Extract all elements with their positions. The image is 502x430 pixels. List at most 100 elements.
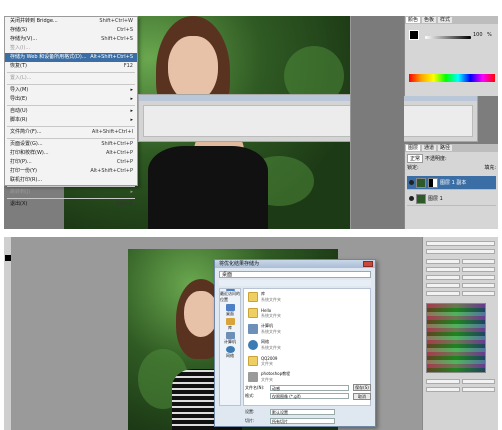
dither-field[interactable] [461, 283, 495, 288]
reduction-select[interactable] [426, 275, 460, 280]
layer-row[interactable]: 图层 1 [407, 192, 496, 206]
menu-item-label: 跳转到(J) [10, 189, 31, 195]
menu-item[interactable]: 存储为 Web 和设备所用格式(D)... Alt+Shift+Ctrl+S [5, 53, 137, 62]
menu-item[interactable]: 页面设置(G)... Shift+Ctrl+P [5, 140, 137, 149]
settings-select[interactable]: 默认设置 [270, 408, 335, 415]
blend-mode-select[interactable]: 正常 [407, 154, 424, 163]
menu-item-label: 签入(I)... [10, 45, 31, 51]
websnap-field[interactable] [461, 291, 495, 296]
menu-item[interactable]: 打印(P)... Ctrl+P [5, 158, 137, 167]
menu-item-label: 文件简介(F)... [10, 129, 42, 135]
navigation-pane[interactable]: 最近访问的位置 桌面 库 计算机 网络 [219, 288, 241, 406]
eye-icon[interactable] [409, 180, 414, 185]
list-item[interactable]: Hello 系统文件夹 [244, 305, 370, 321]
address-bar[interactable]: 桌面 [219, 271, 371, 278]
filename-field[interactable]: 动感 [270, 384, 349, 391]
format-label: 格式: [245, 392, 255, 398]
color-slider[interactable] [425, 36, 471, 39]
menu-item[interactable]: 自动(U) ▸ [5, 107, 137, 116]
format-select[interactable]: 仅限图像 (*.gif) [270, 392, 349, 399]
color-table[interactable] [426, 303, 486, 373]
tools-panel[interactable] [4, 237, 12, 430]
close-icon[interactable] [363, 261, 373, 267]
menu-item[interactable]: 存储(S) Ctrl+S [5, 26, 137, 35]
menu-item[interactable]: 置入(L)... [5, 74, 137, 83]
menu-item[interactable]: 导出(E) ▸ [5, 95, 137, 104]
save-optimized-dialog[interactable]: 将优化结果存储为 桌面 最近访问的位置 桌面 库 计算机 网络 库系统文件夹 H… [214, 259, 376, 427]
dither-select[interactable] [426, 283, 460, 288]
eye-icon[interactable] [409, 196, 414, 201]
file-name: 网络 [261, 339, 269, 344]
layers-panel-tabs: 图层 通道 路径 [405, 144, 498, 152]
menu-item[interactable]: 打印和校样(W)... Alt+Ctrl+P [5, 149, 137, 158]
menu-item[interactable]: 导入(M) ▸ [5, 86, 137, 95]
optimize-panel[interactable] [422, 237, 498, 430]
lossy-field[interactable] [461, 267, 495, 272]
girl-body [148, 146, 268, 229]
preset-menu[interactable] [461, 259, 495, 264]
library-icon [225, 317, 235, 325]
nav-item-desktop[interactable]: 桌面 [220, 303, 240, 317]
options-bar-floating[interactable] [138, 94, 478, 142]
settings-label: 设置: [245, 408, 255, 414]
color-spectrum[interactable] [409, 74, 495, 82]
fg-color-swatch[interactable] [5, 255, 11, 261]
tab-color[interactable]: 颜色 [406, 17, 421, 23]
panel-dock-icons[interactable] [350, 16, 404, 229]
menu-item-label: 页面设置(G)... [10, 141, 43, 147]
list-item[interactable]: 库系统文件夹 [244, 289, 370, 305]
tab-channels[interactable]: 通道 [422, 145, 437, 151]
menu-item[interactable]: 文件简介(F)... Alt+Shift+Ctrl+I [5, 128, 137, 137]
list-item[interactable]: 网络 系统文件夹 [244, 337, 370, 353]
menu-item[interactable]: 恢复(T) F12 [5, 62, 137, 71]
panel-button[interactable] [426, 241, 495, 246]
list-item[interactable]: 计算机 系统文件夹 [244, 321, 370, 337]
width-field[interactable] [426, 379, 460, 384]
menu-item[interactable]: 跳转到(J) ▸ [5, 188, 137, 197]
format-select[interactable] [426, 267, 460, 272]
menu-item[interactable]: 退出(X) Ctrl+Q [5, 200, 137, 209]
colors-field[interactable] [461, 275, 495, 280]
computer-icon [225, 331, 235, 339]
list-item[interactable]: QQ2009 文件夹 [244, 353, 370, 369]
layer-row-copy[interactable]: 图层 1 副本 [407, 176, 496, 190]
girl-face [184, 291, 218, 337]
save-button[interactable]: 保存(S) [353, 384, 371, 391]
slices-select[interactable]: 所有切片 [270, 417, 335, 424]
tab-paths[interactable]: 路径 [438, 145, 453, 151]
settings-row [426, 267, 495, 272]
opacity-label: 不透明度: [425, 156, 447, 162]
menu-item-label: 导出(E) [10, 96, 28, 102]
tab-layers[interactable]: 图层 [406, 145, 421, 151]
dialog-toolbar[interactable] [219, 280, 371, 286]
menu-item[interactable]: 关闭并转到 Bridge... Shift+Ctrl+W [5, 17, 137, 26]
format-row: 格式: 仅限图像 (*.gif) [245, 392, 349, 399]
settings-row [426, 275, 495, 280]
menu-item[interactable]: 存储为(V)... Shift+Ctrl+S [5, 35, 137, 44]
nav-item-computer[interactable]: 计算机 [220, 331, 240, 345]
menu-item-label: 打印一份(Y) [10, 168, 37, 174]
file-menu[interactable]: 关闭并转到 Bridge... Shift+Ctrl+W 存储(S) Ctrl+S 存储… [4, 16, 138, 207]
matte-select[interactable] [426, 291, 460, 296]
menu-item[interactable]: 脚本(R) ▸ [5, 116, 137, 125]
cancel-button[interactable]: 取消 [353, 393, 371, 400]
quality-select[interactable] [461, 387, 495, 392]
tab-styles[interactable]: 样式 [438, 17, 453, 23]
menu-item[interactable]: 签入(I)... [5, 44, 137, 53]
menu-item[interactable]: 联机打印(R)... [5, 176, 137, 185]
list-item[interactable]: photoshop教程 文件夹 [244, 369, 370, 385]
menu-item[interactable]: 打印一份(Y) Alt+Shift+Ctrl+P [5, 167, 137, 176]
menu-item-shortcut: Ctrl+Q [115, 201, 133, 207]
nav-item-network[interactable]: 网络 [220, 345, 240, 359]
preset-select[interactable] [426, 259, 460, 264]
tab-swatches[interactable]: 色板 [422, 17, 437, 23]
menu-item-shortcut: Shift+Ctrl+P [101, 141, 133, 147]
height-field[interactable] [461, 379, 495, 384]
percent-field[interactable] [426, 387, 460, 392]
nav-item-recent[interactable]: 最近访问的位置 [220, 289, 240, 303]
panel-button[interactable] [426, 249, 495, 254]
menu-item-label: 恢复(T) [10, 63, 27, 69]
layer-mask-thumbnail[interactable] [428, 177, 438, 188]
color-swatch-fg[interactable] [409, 30, 419, 40]
nav-item-library[interactable]: 库 [220, 317, 240, 331]
